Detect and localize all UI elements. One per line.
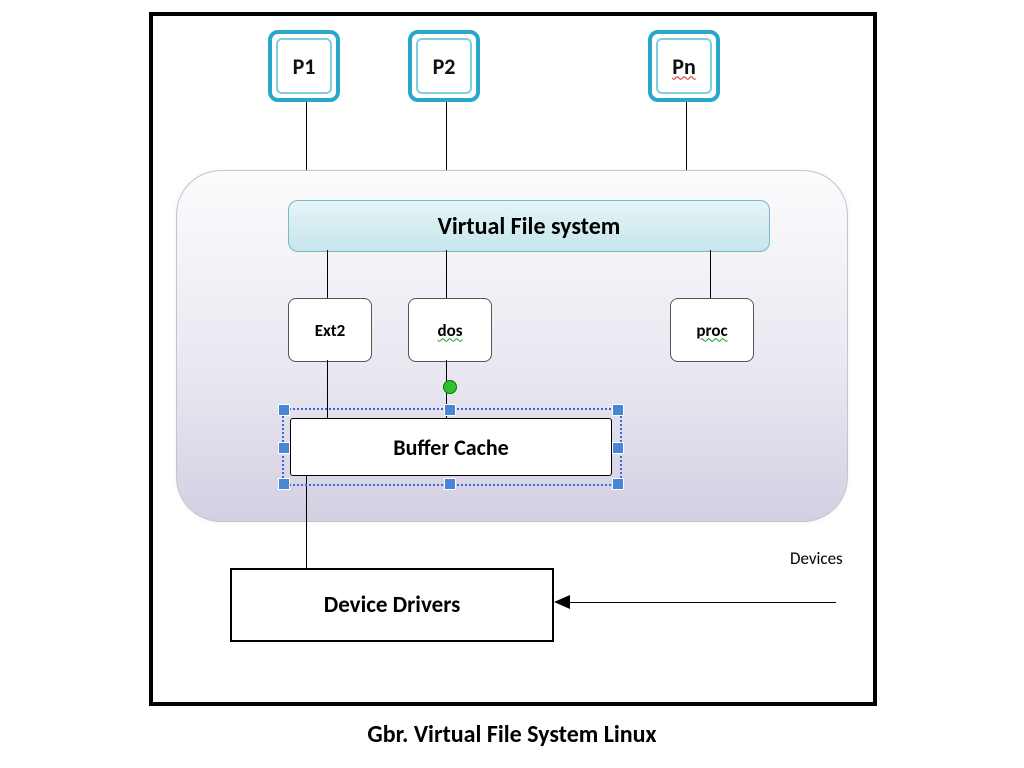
fs-ext2-label: Ext2 [315, 320, 346, 341]
arrow-devices-head [554, 595, 570, 609]
buffer-cache-box[interactable]: Buffer Cache [290, 418, 612, 476]
line-vfs-dos [446, 250, 447, 298]
process-pn-label: Pn [672, 53, 696, 80]
figure-caption: Gbr. Virtual File System Linux [0, 720, 1024, 749]
line-vfs-proc [710, 250, 711, 298]
sel-handle-w[interactable] [278, 442, 290, 454]
sel-handle-e[interactable] [612, 442, 624, 454]
sel-handle-nw[interactable] [278, 404, 290, 416]
vfs-label: Virtual File system [438, 212, 621, 241]
rotation-handle[interactable] [443, 380, 457, 394]
sel-handle-sw[interactable] [278, 478, 290, 490]
process-pn-box: Pn [648, 30, 720, 102]
process-p2-box: P2 [408, 30, 480, 102]
process-p2-label: P2 [433, 53, 456, 80]
fs-dos-box: dos [408, 298, 492, 362]
diagram-canvas: P1 P2 Pn Virtual File system Ext2 dos pr… [0, 0, 1024, 768]
device-drivers-box: Device Drivers [230, 568, 554, 642]
line-cache-drivers [306, 474, 307, 568]
vfs-bar: Virtual File system [288, 200, 770, 252]
device-drivers-label: Device Drivers [324, 591, 461, 619]
fs-proc-box: proc [670, 298, 754, 362]
sel-handle-se[interactable] [612, 478, 624, 490]
devices-label: Devices [790, 548, 843, 569]
process-p1-box: P1 [268, 30, 340, 102]
process-p1-label: P1 [293, 53, 316, 80]
arrow-devices-line [570, 602, 836, 603]
sel-handle-n[interactable] [444, 404, 456, 416]
sel-handle-ne[interactable] [612, 404, 624, 416]
fs-ext2-box: Ext2 [288, 298, 372, 362]
line-ext2-cache [327, 360, 328, 418]
buffer-cache-label: Buffer Cache [393, 434, 508, 461]
sel-handle-s[interactable] [444, 478, 456, 490]
line-vfs-ext2 [327, 250, 328, 298]
fs-dos-label: dos [437, 320, 462, 341]
fs-proc-label: proc [696, 320, 727, 341]
